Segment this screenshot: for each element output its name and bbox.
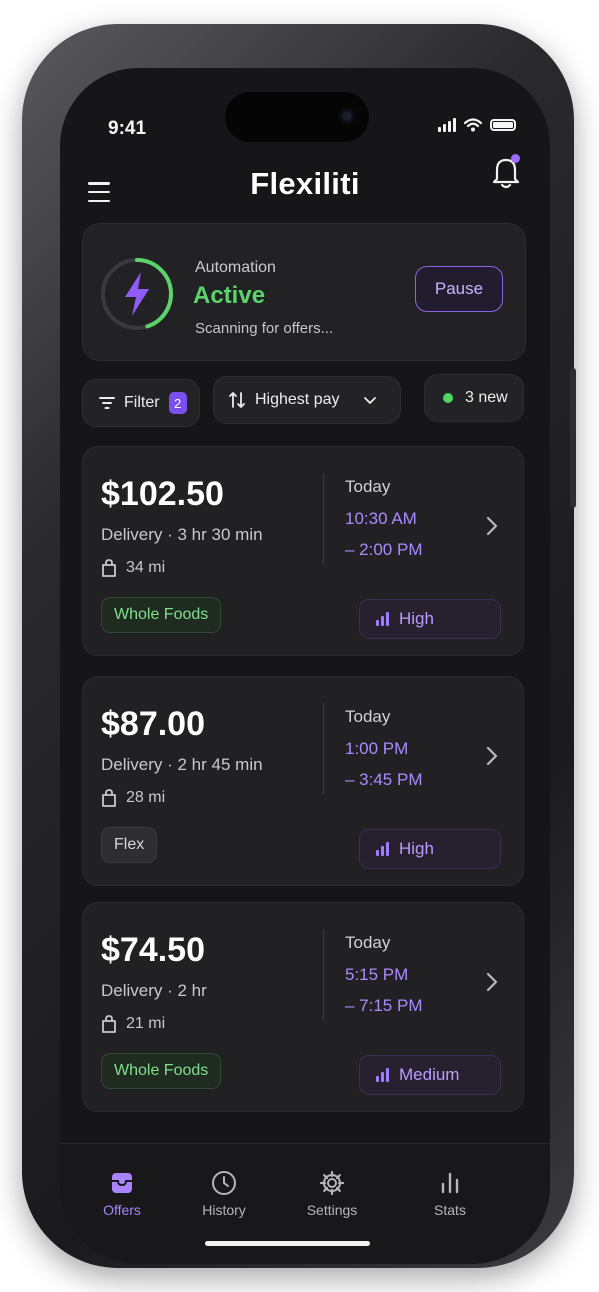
tab-history[interactable]: History	[184, 1170, 264, 1218]
offer-card[interactable]: $102.50 Delivery · 3 hr 30 min 34 mi Whole …	[82, 446, 524, 656]
offer-time-start: 5:15 PM	[345, 965, 409, 984]
offer-divider	[323, 473, 324, 565]
new-offers-label: 3 new	[465, 389, 508, 406]
tab-label-settings: Settings	[306, 1202, 358, 1218]
bag-icon	[102, 559, 116, 577]
automation-subtitle: Scanning for offers...	[195, 320, 334, 337]
tab-label-offers: Offers	[103, 1202, 141, 1218]
camera-icon	[339, 108, 355, 124]
offer-distance: 21 mi	[101, 1015, 165, 1033]
tab-offers[interactable]: Offers	[82, 1170, 162, 1218]
sort-icon	[229, 392, 245, 408]
wifi-icon	[464, 118, 482, 132]
stats-icon	[441, 1172, 459, 1194]
dynamic-island	[225, 92, 369, 142]
offer-distance: 34 mi	[101, 559, 165, 577]
chevron-down-icon	[363, 397, 376, 404]
offer-price: $87.00	[101, 705, 205, 743]
offer-type: Delivery · 3 hr 30 min	[101, 525, 263, 544]
side-button	[570, 368, 576, 508]
automation-card: Automation Active Scanning for offers...…	[82, 223, 526, 361]
offer-priority-badge: High	[359, 599, 501, 639]
offer-priority-badge: High	[359, 829, 501, 869]
offer-distance-value: 21 mi	[126, 1015, 166, 1032]
chevron-right-icon[interactable]	[485, 515, 499, 537]
battery-icon	[490, 119, 516, 131]
automation-status: Active	[193, 282, 266, 309]
tab-stats[interactable]: Stats	[410, 1170, 490, 1218]
automation-label: Automation	[195, 259, 276, 276]
tab-bar: Offers History Settings Stats	[60, 1143, 550, 1264]
offer-distance-value: 34 mi	[126, 559, 166, 576]
offer-type: Delivery · 2 hr 45 min	[101, 755, 263, 774]
offer-time-start: 1:00 PM	[345, 739, 409, 758]
clock-icon	[212, 1171, 236, 1195]
notification-dot	[511, 154, 520, 163]
bag-icon	[102, 789, 116, 807]
sort-dropdown[interactable]: Highest pay	[213, 376, 401, 424]
offer-store-tag: Whole Foods	[101, 597, 222, 633]
status-time: 9:41	[108, 118, 147, 139]
tab-label-stats: Stats	[434, 1202, 466, 1218]
offer-time-end: – 2:00 PM	[345, 540, 423, 559]
gear-icon	[319, 1170, 345, 1196]
offer-priority-badge: Medium	[359, 1055, 501, 1095]
offer-card[interactable]: $74.50 Delivery · 2 hr 21 mi Whole Foods Tod…	[82, 902, 524, 1112]
offer-priority-label: Medium	[399, 1065, 460, 1084]
filter-count-badge: 2	[168, 392, 187, 414]
chevron-right-icon[interactable]	[485, 971, 499, 993]
offer-store-tag: Flex	[101, 827, 158, 863]
status-icons	[438, 118, 516, 132]
lightning-icon	[125, 272, 149, 316]
home-indicator	[205, 1241, 370, 1246]
notifications-button[interactable]	[492, 154, 520, 190]
offer-time-end: – 7:15 PM	[345, 996, 423, 1015]
new-dot-icon	[443, 393, 453, 403]
signal-bars-icon	[376, 612, 389, 626]
filter-icon	[99, 397, 115, 409]
app-title: Flexiliti	[250, 166, 360, 201]
offer-day: Today	[345, 477, 391, 496]
signal-bars-icon	[376, 842, 389, 856]
offer-time-start: 10:30 AM	[345, 509, 417, 528]
offer-day: Today	[345, 707, 391, 726]
chevron-right-icon[interactable]	[485, 745, 499, 767]
app-screen: 9:41 Flexiliti Automation Active Scannin…	[60, 68, 550, 1264]
automation-ring	[101, 258, 173, 330]
signal-icon	[438, 118, 456, 132]
offers-icon	[112, 1173, 132, 1193]
pause-button[interactable]: Pause	[415, 266, 503, 312]
offer-distance: 28 mi	[101, 789, 165, 807]
offer-divider	[323, 929, 324, 1021]
offer-distance-value: 28 mi	[126, 789, 166, 806]
phone-frame: 9:41 Flexiliti Automation Active Scannin…	[22, 24, 576, 1268]
offer-price: $74.50	[101, 931, 205, 969]
new-offers-chip[interactable]: 3 new	[424, 374, 524, 422]
bag-icon	[102, 1015, 116, 1033]
filter-label: Filter	[124, 394, 160, 411]
tab-settings[interactable]: Settings	[292, 1170, 372, 1218]
offer-type: Delivery · 2 hr	[101, 981, 207, 1000]
offer-time-end: – 3:45 PM	[345, 770, 423, 789]
offer-priority-label: High	[399, 609, 434, 628]
offer-day: Today	[345, 933, 391, 952]
offer-store-tag: Whole Foods	[101, 1053, 222, 1089]
sort-label: Highest pay	[255, 391, 340, 408]
filter-button[interactable]: Filter 2	[82, 379, 200, 427]
signal-bars-icon	[376, 1068, 389, 1082]
offer-card[interactable]: $87.00 Delivery · 2 hr 45 min 28 mi Flex Tod…	[82, 676, 524, 886]
offer-divider	[323, 703, 324, 795]
offer-priority-label: High	[399, 839, 434, 858]
tab-label-history: History	[202, 1202, 246, 1218]
offer-price: $102.50	[101, 475, 224, 513]
